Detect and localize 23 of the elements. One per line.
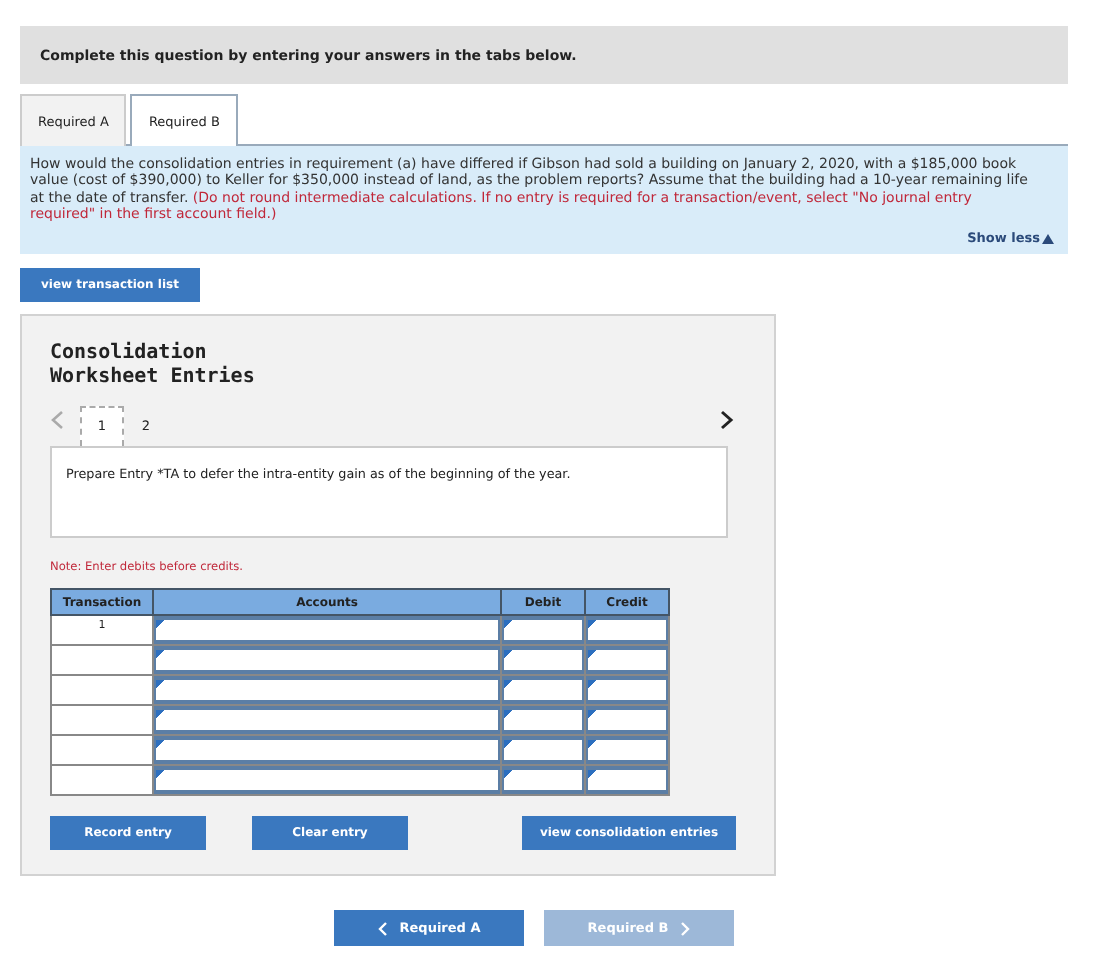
- debit-field[interactable]: [504, 620, 582, 641]
- credit-field[interactable]: [588, 770, 666, 791]
- account-field[interactable]: [156, 650, 498, 671]
- account-field[interactable]: [156, 680, 498, 701]
- chevron-right-icon[interactable]: [720, 410, 734, 431]
- credit-field[interactable]: [588, 650, 666, 671]
- debit-field[interactable]: [504, 770, 582, 791]
- debit-field[interactable]: [504, 650, 582, 671]
- account-field[interactable]: [156, 620, 498, 641]
- chevron-left-icon: [377, 921, 388, 936]
- debit-field[interactable]: [504, 740, 582, 761]
- debit-field[interactable]: [504, 710, 582, 731]
- account-field[interactable]: [156, 770, 498, 791]
- debit-field[interactable]: [504, 680, 582, 701]
- account-field[interactable]: [156, 710, 498, 731]
- worksheet-title: Consolidation Worksheet Entries: [50, 342, 257, 391]
- chevron-right-icon: [680, 921, 691, 936]
- credit-field[interactable]: [588, 740, 666, 761]
- credit-field[interactable]: [588, 710, 666, 731]
- credit-field[interactable]: [588, 620, 666, 641]
- triangle-icon: [1042, 233, 1054, 244]
- account-field[interactable]: [156, 740, 498, 761]
- credit-field[interactable]: [588, 680, 666, 701]
